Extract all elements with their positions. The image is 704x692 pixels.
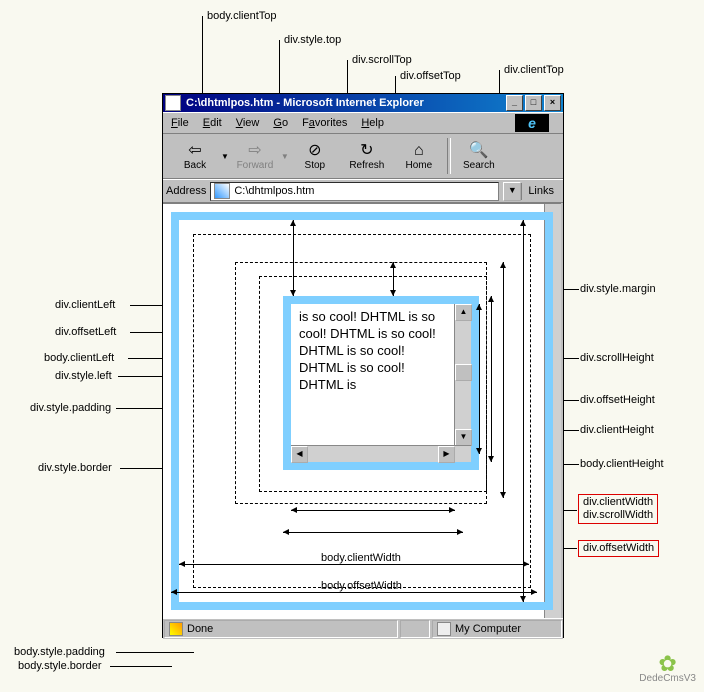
window-title: C:\dhtmlpos.htm - Microsoft Internet Exp… xyxy=(184,97,504,109)
label-body-clientLeft: body.clientLeft xyxy=(44,352,114,364)
ie-logo-icon: e xyxy=(515,114,549,132)
address-field[interactable]: C:\dhtmlpos.htm xyxy=(210,182,499,201)
label-div-scrollTop: div.scrollTop xyxy=(352,54,412,66)
minimize-button[interactable]: _ xyxy=(506,95,523,111)
toolbar-separator xyxy=(447,138,451,174)
label-body-clientHeight: body.clientHeight xyxy=(580,458,664,470)
label-div-style-border: div.style.border xyxy=(38,462,112,474)
menu-file[interactable]: File xyxy=(171,117,189,129)
sample-div: is so cool! DHTML is so cool! DHTML is s… xyxy=(283,296,479,470)
arrow-div-clientheight xyxy=(479,304,480,454)
scroll-thumb[interactable] xyxy=(455,364,472,381)
label-div-clientLeft: div.clientLeft xyxy=(55,299,115,311)
stop-button[interactable]: ⊘ Stop xyxy=(289,136,341,176)
status-pane xyxy=(400,620,430,638)
label-div-style-padding: div.style.padding xyxy=(30,402,111,414)
page-icon xyxy=(214,183,230,199)
address-value: C:\dhtmlpos.htm xyxy=(234,185,314,197)
label-div-scrollHeight: div.scrollHeight xyxy=(580,352,654,364)
leader-line xyxy=(116,652,194,653)
scroll-down-button[interactable]: ▼ xyxy=(455,429,472,446)
home-icon: ⌂ xyxy=(414,142,424,160)
label-div-style-margin: div.style.margin xyxy=(580,283,656,295)
dropdown-icon[interactable]: ▼ xyxy=(281,152,289,161)
menu-go[interactable]: Go xyxy=(273,117,288,129)
arrow-div-offsetTop xyxy=(293,220,294,296)
label-body-style-border: body.style.border xyxy=(18,660,102,672)
leader-line xyxy=(110,666,172,667)
label-body-offsetwidth: body.offsetWidth xyxy=(321,580,402,592)
back-arrow-icon: ⇦ xyxy=(188,142,201,160)
done-icon xyxy=(169,622,183,636)
label-div-style-top: div.style.top xyxy=(284,34,341,46)
status-done: Done xyxy=(164,620,398,638)
scroll-left-button[interactable]: ◀ xyxy=(291,446,308,463)
maximize-button[interactable]: □ xyxy=(525,95,542,111)
search-icon: 🔍 xyxy=(469,142,489,160)
scroll-right-button[interactable]: ▶ xyxy=(438,446,455,463)
title-icon xyxy=(165,95,181,111)
arrow-body-clientheight xyxy=(523,220,524,602)
arrow-body-clientwidth xyxy=(179,564,529,565)
watermark: ✿ DedeCmsV3 xyxy=(639,655,696,684)
links-button[interactable]: Links xyxy=(521,183,560,200)
search-button[interactable]: 🔍 Search xyxy=(453,136,505,176)
dropdown-icon[interactable]: ▼ xyxy=(221,152,229,161)
div-scrollbar-vertical[interactable]: ▲ ▼ xyxy=(454,304,471,446)
redbox-clientwidth-scrollwidth: div.clientWidth div.scrollWidth xyxy=(578,494,658,524)
arrow-div-offsetheight xyxy=(491,296,492,462)
toolbar: ⇦ Back ▼ ⇨ Forward ▼ ⊘ Stop ↻ Refresh ⌂ … xyxy=(163,133,563,179)
menu-favorites[interactable]: Favorites xyxy=(302,117,347,129)
address-label: Address xyxy=(166,185,206,197)
titlebar[interactable]: C:\dhtmlpos.htm - Microsoft Internet Exp… xyxy=(163,94,563,112)
label-div-clientHeight: div.clientHeight xyxy=(580,424,654,436)
refresh-button[interactable]: ↻ Refresh xyxy=(341,136,393,176)
label-div-clientTop: div.clientTop xyxy=(504,64,564,76)
redbox-offsetwidth: div.offsetWidth xyxy=(578,540,659,557)
div-text-content: is so cool! DHTML is so cool! DHTML is s… xyxy=(299,308,439,446)
stop-icon: ⊘ xyxy=(308,142,321,160)
leader-line xyxy=(499,70,500,95)
menu-help[interactable]: Help xyxy=(361,117,384,129)
close-button[interactable]: × xyxy=(544,95,561,111)
menu-edit[interactable]: Edit xyxy=(203,117,222,129)
label-div-offsetHeight: div.offsetHeight xyxy=(580,394,655,406)
document-viewport: is so cool! DHTML is so cool! DHTML is s… xyxy=(163,203,561,618)
label-div-style-left: div.style.left xyxy=(55,370,112,382)
arrow-div-clientwidth xyxy=(291,510,455,511)
flower-icon: ✿ xyxy=(639,655,696,673)
address-dropdown-button[interactable]: ▼ xyxy=(503,182,521,201)
arrow-body-offsetwidth xyxy=(171,592,537,593)
refresh-icon: ↻ xyxy=(360,142,373,160)
div-scrollbar-horizontal[interactable]: ◀ ▶ xyxy=(291,445,471,462)
label-body-clientTop: body.clientTop xyxy=(207,10,277,22)
home-button[interactable]: ⌂ Home xyxy=(393,136,445,176)
back-button[interactable]: ⇦ Back xyxy=(169,136,221,176)
forward-arrow-icon: ⇨ xyxy=(248,142,261,160)
arrow-div-offsetwidth xyxy=(283,532,463,533)
menu-view[interactable]: View xyxy=(236,117,260,129)
arrow-div-scrollheight xyxy=(503,262,504,498)
status-zone: My Computer xyxy=(432,620,562,638)
label-body-style-padding: body.style.padding xyxy=(14,646,105,658)
ie-window: C:\dhtmlpos.htm - Microsoft Internet Exp… xyxy=(162,93,564,638)
statusbar: Done My Computer xyxy=(163,618,563,639)
addressbar: Address C:\dhtmlpos.htm ▼ Links xyxy=(163,179,563,203)
arrow-div-style-top xyxy=(393,262,394,296)
computer-icon xyxy=(437,622,451,636)
label-div-offsetLeft: div.offsetLeft xyxy=(55,326,116,338)
forward-button[interactable]: ⇨ Forward xyxy=(229,136,281,176)
menubar: File Edit View Go Favorites Help e xyxy=(163,112,563,133)
label-div-offsetTop: div.offsetTop xyxy=(400,70,461,82)
scroll-up-button[interactable]: ▲ xyxy=(455,304,472,321)
label-body-clientwidth: body.clientWidth xyxy=(321,552,401,564)
